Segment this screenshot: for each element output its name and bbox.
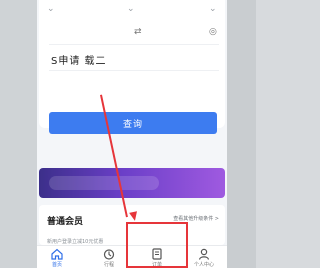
tab-label: 个人中心 <box>193 262 214 268</box>
member-subtitle: 新用户登录立减10元优惠 <box>47 239 104 245</box>
chevron-down-icon[interactable]: ⌄ <box>209 4 217 14</box>
route-field[interactable]: S申请 载二 <box>51 52 107 67</box>
swap-icon[interactable]: ⇄ <box>134 27 142 37</box>
chevron-down-icon[interactable]: ⌄ <box>127 4 135 14</box>
user-icon <box>198 248 210 260</box>
background-frame-left <box>0 0 37 268</box>
location-icon[interactable]: ◎ <box>209 27 217 37</box>
search-card: ⌄ ⌄ ⌄ ⇄ ◎ S申请 载二 <box>39 0 225 128</box>
member-title: 普通会员 <box>47 217 84 227</box>
tab-profile[interactable]: 个人中心 <box>192 248 216 268</box>
background-frame-right <box>227 0 256 268</box>
tab-trip[interactable]: 行程 <box>97 248 121 268</box>
member-upgrade-link[interactable]: 查看其他升级条件 > <box>173 215 219 222</box>
annotation-arrow-head <box>129 211 139 222</box>
tab-label: 行程 <box>103 262 114 268</box>
annotation-highlight-box <box>126 222 188 268</box>
tab-home[interactable]: 首页 <box>45 248 69 268</box>
chevron-down-icon[interactable]: ⌄ <box>47 4 55 14</box>
divider <box>49 44 219 45</box>
tab-label: 首页 <box>51 262 62 268</box>
divider <box>49 70 219 71</box>
home-icon <box>51 248 63 260</box>
promo-banner[interactable] <box>39 168 225 198</box>
trip-icon <box>103 249 115 260</box>
query-button[interactable]: 查询 <box>49 112 217 134</box>
